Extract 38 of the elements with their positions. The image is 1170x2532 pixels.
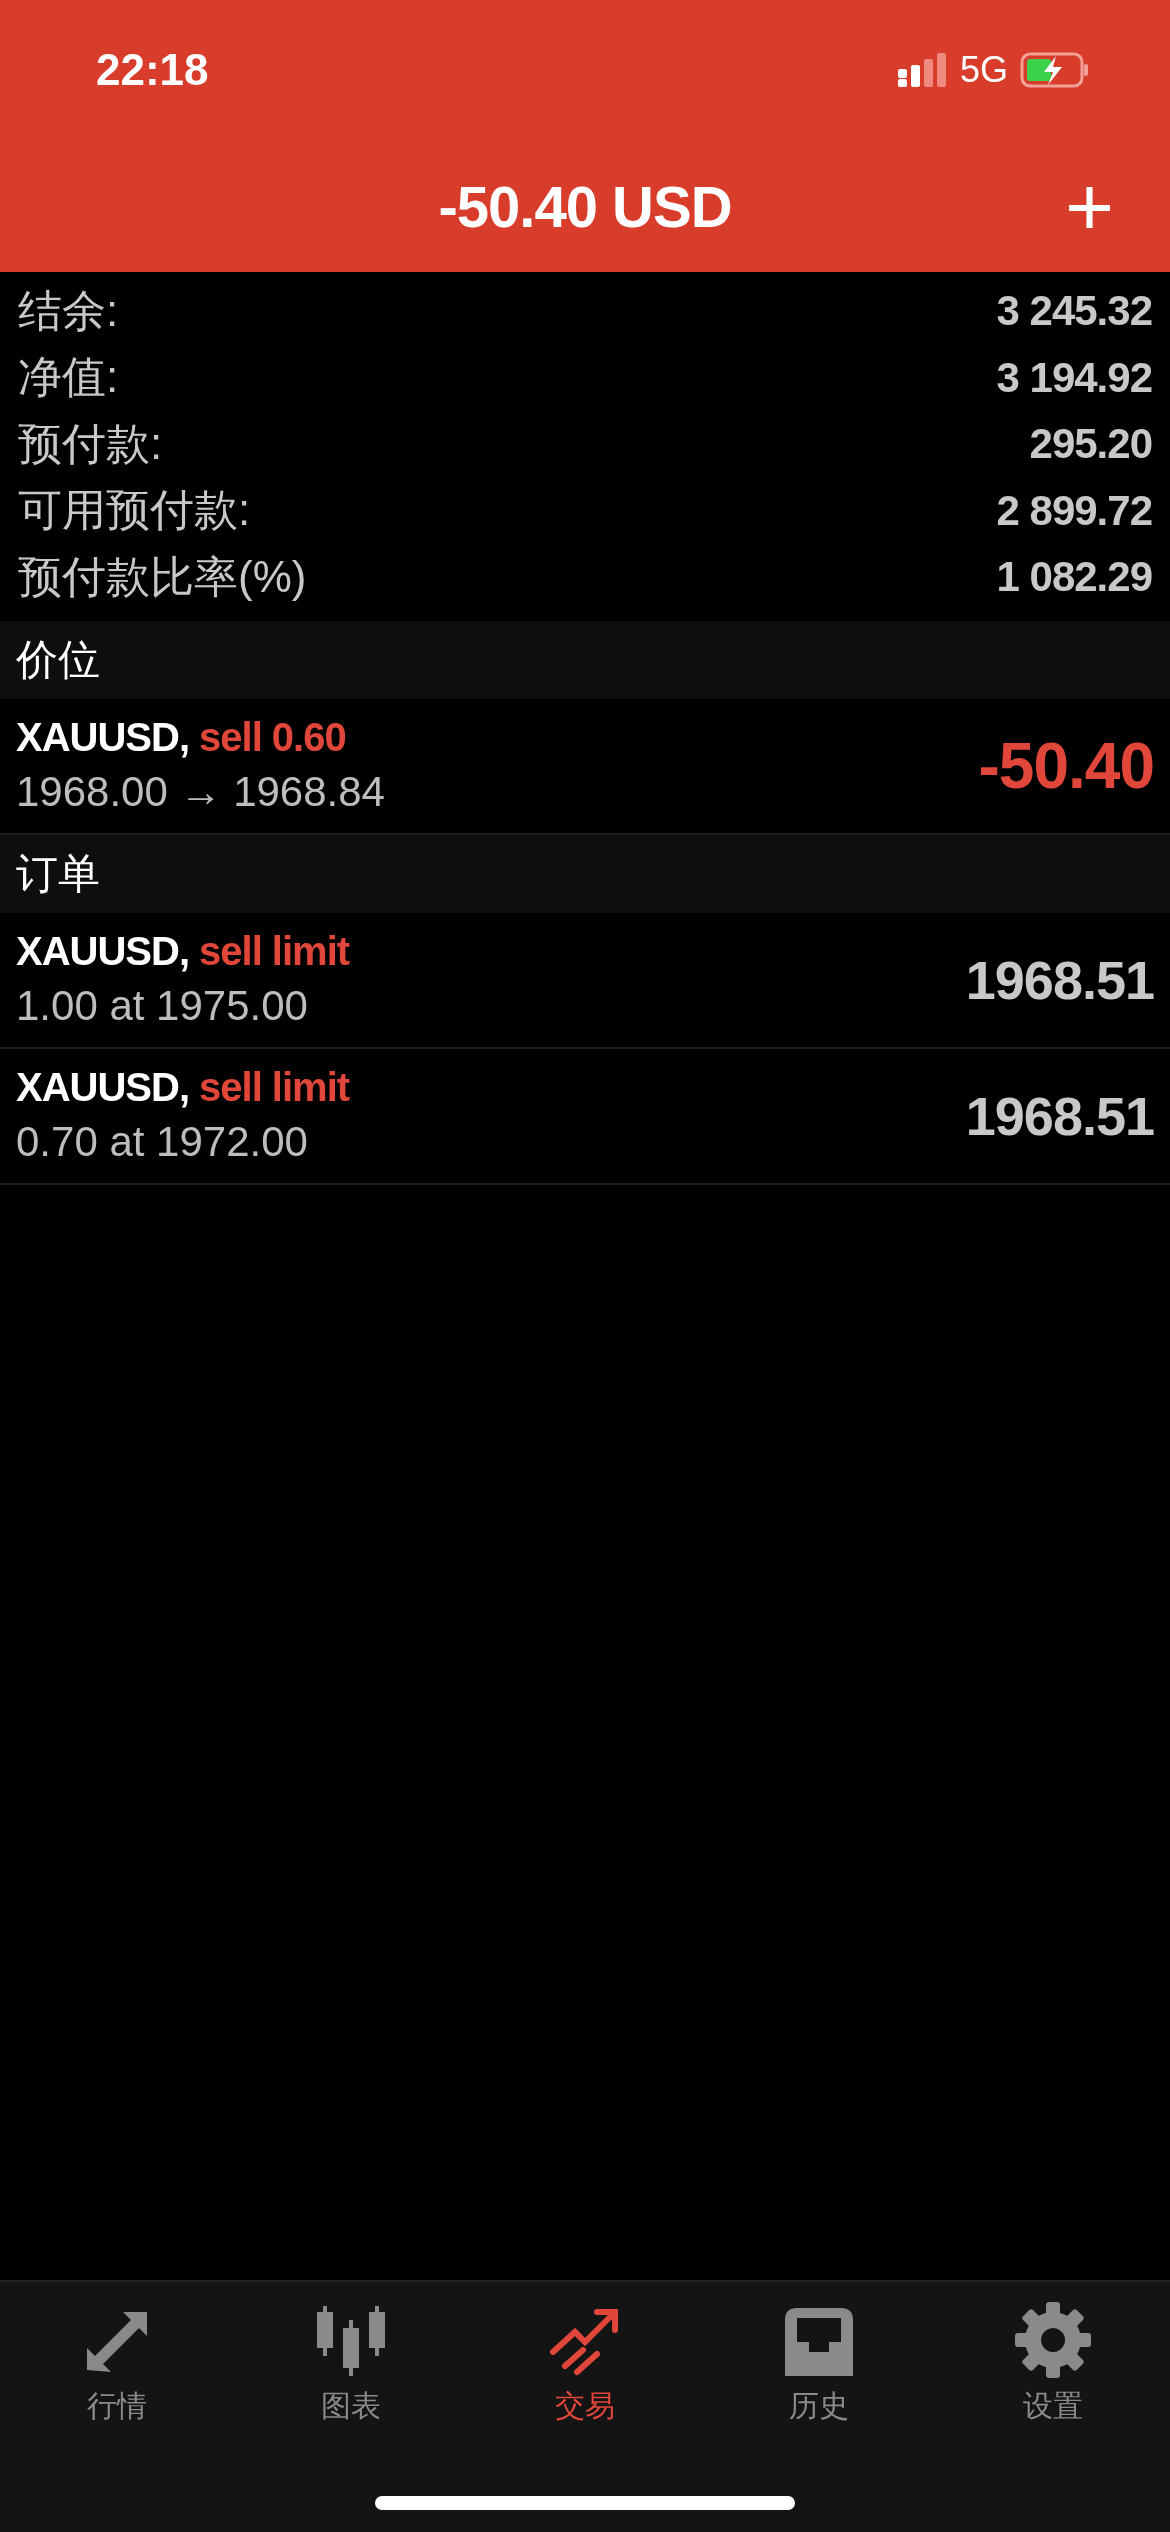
trade-row[interactable]: XAUUSD, sell limit 0.70 at 1972.00 1968.51 xyxy=(0,1048,1170,1185)
tab-item[interactable]: 行情 xyxy=(0,2300,234,2427)
account-value: 295.20 xyxy=(1029,420,1152,469)
symbol-text: XAUUSD, xyxy=(16,929,190,974)
price-detail-text: 1.00 at 1975.00 xyxy=(16,982,309,1030)
symbol-text: XAUUSD, xyxy=(16,715,190,760)
current-price: 1968.51 xyxy=(965,1084,1154,1147)
header-title: -50.40 USD xyxy=(438,172,732,240)
signal-icon xyxy=(897,53,948,87)
tab-item[interactable]: 图表 xyxy=(234,2300,468,2427)
battery-icon xyxy=(1020,52,1090,88)
settings-icon xyxy=(1013,2300,1093,2380)
profit-amount: -50.40 xyxy=(978,728,1154,803)
status-time: 22:18 xyxy=(96,45,209,95)
tab-item[interactable]: 交易 xyxy=(468,2300,702,2427)
order-type-text: sell limit xyxy=(199,929,350,974)
account-label: 预付款: xyxy=(18,417,163,470)
network-text: 5G xyxy=(959,49,1008,91)
account-value: 3 194.92 xyxy=(996,353,1152,402)
section-title: 订单 xyxy=(16,848,100,899)
account-label: 结余: xyxy=(18,284,119,337)
account-label: 可用预付款: xyxy=(18,484,251,537)
section-title: 价位 xyxy=(16,634,100,685)
price-detail-text: 1968.00 → 1968.84 xyxy=(16,768,385,816)
tab-item[interactable]: 历史 xyxy=(702,2300,936,2427)
account-value: 3 245.32 xyxy=(996,287,1152,336)
price-detail-text: 0.70 at 1972.00 xyxy=(16,1118,309,1166)
current-price: 1968.51 xyxy=(965,948,1154,1011)
add-button[interactable]: + xyxy=(1064,164,1114,248)
tab-item[interactable]: 设置 xyxy=(936,2300,1170,2427)
account-label: 预付款比率(%) xyxy=(18,550,307,603)
trade-row[interactable]: XAUUSD, sell limit 1.00 at 1975.00 1968.51 xyxy=(0,912,1170,1049)
account-label: 净值: xyxy=(18,351,119,404)
order-type-text: sell limit xyxy=(199,1065,350,1110)
order-type-text: sell 0.60 xyxy=(199,715,346,760)
symbol-text: XAUUSD, xyxy=(16,1065,190,1110)
account-value: 2 899.72 xyxy=(996,486,1152,535)
account-value: 1 082.29 xyxy=(996,553,1152,602)
